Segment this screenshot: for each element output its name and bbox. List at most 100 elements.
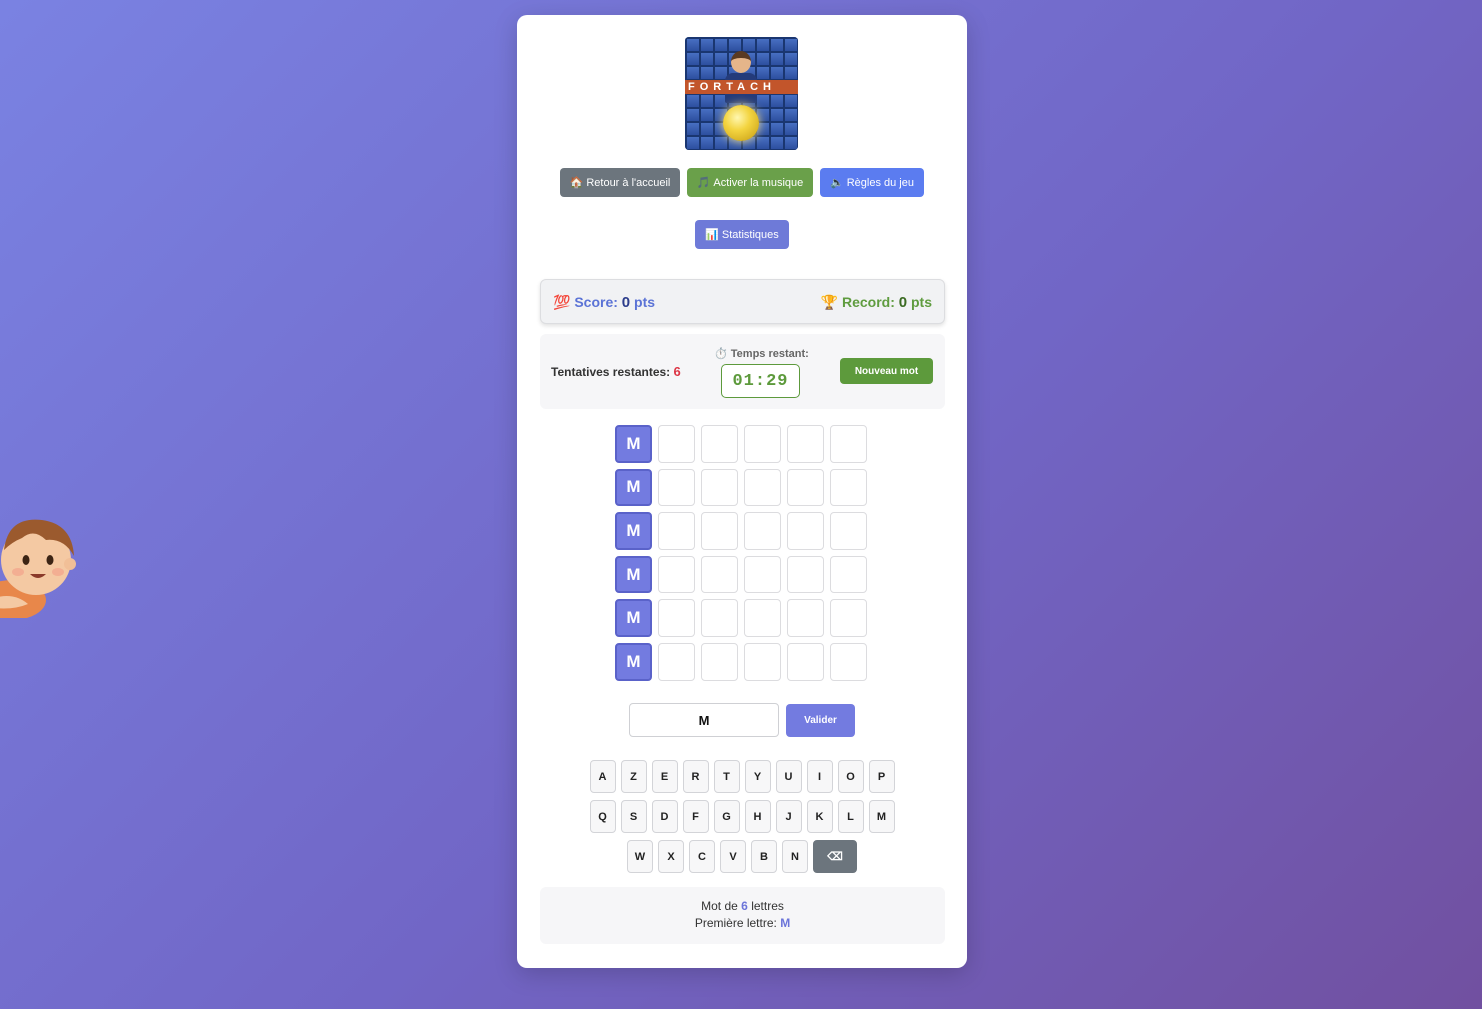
key-m[interactable]: M <box>868 800 895 833</box>
key-s[interactable]: S <box>620 800 647 833</box>
backspace-key[interactable]: ⌫ <box>813 840 857 873</box>
status-panel: Tentatives restantes: 6 ⏱️ Temps restant… <box>540 334 945 409</box>
score-unit: pts <box>634 294 656 310</box>
key-x[interactable]: X <box>658 840 684 873</box>
grid-cell <box>787 512 824 550</box>
key-n[interactable]: N <box>782 840 808 873</box>
key-b[interactable]: B <box>751 840 777 873</box>
score-bar: 💯 Score: 0 pts 🏆 Record: 0 pts <box>540 279 945 324</box>
key-a[interactable]: A <box>589 760 616 793</box>
grid-row: M <box>615 642 867 681</box>
attempts-label: Tentatives restantes: <box>551 365 671 379</box>
grid-cell <box>744 468 781 507</box>
key-h[interactable]: H <box>744 800 771 833</box>
home-button[interactable]: 🏠 Retour à l'accueil <box>560 168 680 197</box>
grid-cell <box>787 425 824 463</box>
key-f[interactable]: F <box>682 800 709 833</box>
key-u[interactable]: U <box>775 760 802 793</box>
key-z[interactable]: Z <box>620 760 647 793</box>
rules-button-label: Règles du jeu <box>846 176 914 189</box>
grid-cell: M <box>615 512 652 550</box>
grid-cell <box>744 425 781 463</box>
new-word-button[interactable]: Nouveau mot <box>840 358 933 384</box>
key-v[interactable]: V <box>720 840 746 873</box>
grid-cell <box>658 425 695 463</box>
speaker-icon: 🔈 <box>830 177 844 189</box>
music-note-icon: 🎵 <box>696 177 711 189</box>
key-g[interactable]: G <box>713 800 740 833</box>
record-display: 🏆 Record: 0 pts <box>821 294 932 311</box>
rules-button[interactable]: 🔈 Règles du jeu <box>820 168 924 197</box>
key-q[interactable]: Q <box>589 800 616 833</box>
countdown-timer: 01:29 <box>721 364 800 398</box>
key-j[interactable]: J <box>775 800 802 833</box>
game-card: FORTACH 🏠 Retour à l'accueil 🎵 Activer l… <box>517 15 967 968</box>
grid-cell <box>744 555 781 594</box>
grid-cell <box>830 512 867 550</box>
logo-band: FORTACH <box>685 80 798 94</box>
validate-button[interactable]: Valider <box>786 704 855 737</box>
letter-grid: MMMMMM <box>615 425 867 687</box>
grid-cell <box>701 599 738 637</box>
grid-cell <box>830 468 867 507</box>
grid-cell: M <box>615 555 652 594</box>
key-d[interactable]: D <box>651 800 678 833</box>
word-length-info: Mot de 6 lettres <box>701 899 784 913</box>
golden-ball-icon <box>723 105 759 141</box>
game-logo: FORTACH <box>685 37 798 150</box>
grid-cell <box>701 555 738 594</box>
attempts-remaining: Tentatives restantes: 6 <box>551 364 681 379</box>
grid-cell <box>658 468 695 507</box>
grid-row: M <box>615 468 867 507</box>
grid-cell <box>701 642 738 681</box>
grid-cell <box>658 555 695 594</box>
grid-row: M <box>615 555 867 594</box>
key-t[interactable]: T <box>713 760 740 793</box>
record-unit: pts <box>911 294 932 310</box>
grid-cell <box>830 555 867 594</box>
keyboard-row-1: AZERTYUIOP <box>517 760 967 793</box>
boy-mascot-icon <box>0 519 76 618</box>
key-k[interactable]: K <box>806 800 833 833</box>
grid-cell <box>701 425 738 463</box>
grid-cell <box>744 642 781 681</box>
stopwatch-icon: ⏱️ <box>714 348 728 360</box>
grid-cell <box>744 512 781 550</box>
guess-input[interactable] <box>629 703 779 737</box>
grid-row: M <box>615 599 867 637</box>
score-display: 💯 Score: 0 pts <box>553 294 655 311</box>
grid-cell <box>787 599 824 637</box>
key-w[interactable]: W <box>627 840 653 873</box>
key-i[interactable]: I <box>806 760 833 793</box>
music-button-label: Activer la musique <box>713 176 804 189</box>
word-length-value: 6 <box>741 899 748 913</box>
grid-cell <box>701 512 738 550</box>
bar-chart-icon: 📊 <box>705 229 719 241</box>
key-l[interactable]: L <box>837 800 864 833</box>
key-y[interactable]: Y <box>744 760 771 793</box>
house-icon: 🏠 <box>569 177 584 189</box>
record-label: Record: <box>841 294 895 310</box>
grid-cell <box>658 512 695 550</box>
key-r[interactable]: R <box>682 760 709 793</box>
virtual-keyboard: AZERTYUIOP QSDFGHJKLM W X C V B N ⌫ <box>517 760 967 880</box>
key-p[interactable]: P <box>868 760 895 793</box>
score-value: 0 <box>621 294 631 311</box>
keyboard-row-2: QSDFGHJKLM <box>517 800 967 833</box>
grid-cell <box>658 599 695 637</box>
word-info-panel: Mot de 6 lettres Première lettre: M <box>540 887 945 944</box>
hundred-points-icon: 💯 <box>553 294 571 310</box>
keyboard-row-3: W X C V B N ⌫ <box>517 840 967 873</box>
key-o[interactable]: O <box>837 760 864 793</box>
grid-cell <box>701 468 738 507</box>
grid-cell <box>830 425 867 463</box>
attempts-value: 6 <box>673 364 681 379</box>
record-value: 0 <box>898 294 908 311</box>
statistics-button[interactable]: 📊 Statistiques <box>695 220 789 249</box>
music-toggle-button[interactable]: 🎵 Activer la musique <box>687 168 813 197</box>
key-e[interactable]: E <box>651 760 678 793</box>
key-c[interactable]: C <box>689 840 715 873</box>
trophy-icon: 🏆 <box>820 294 839 310</box>
grid-row: M <box>615 425 867 463</box>
grid-cell <box>787 468 824 507</box>
